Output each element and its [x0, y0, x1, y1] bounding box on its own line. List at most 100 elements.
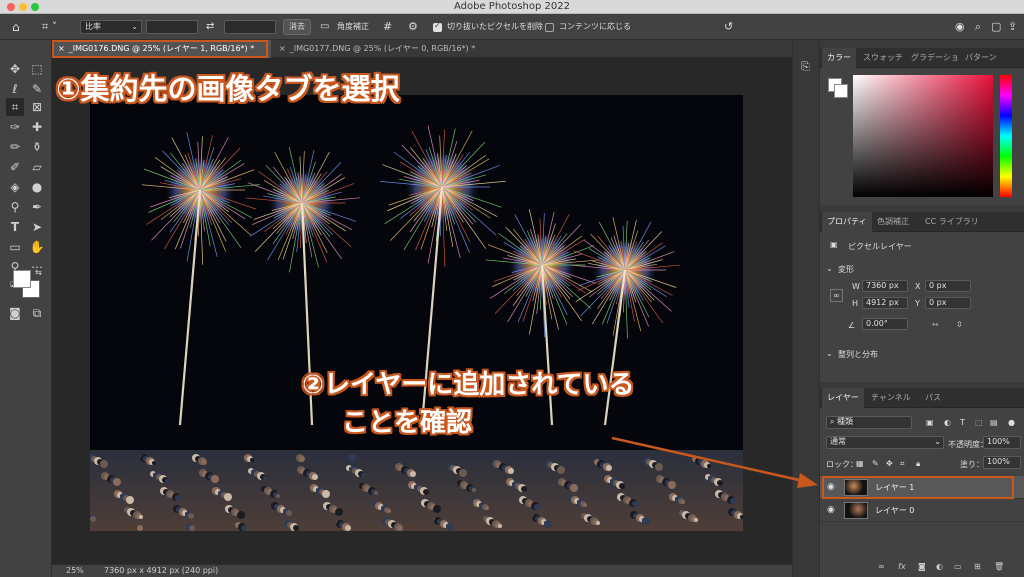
marquee-tool-icon[interactable]: ⬚: [28, 60, 46, 78]
type-tool-icon[interactable]: T: [6, 218, 24, 236]
eyedropper-tool-icon[interactable]: ✑: [6, 118, 24, 136]
blend-mode-select[interactable]: 通常 ⌄: [826, 436, 944, 449]
fireworks-photo[interactable]: [90, 95, 743, 531]
flip-vertical-icon[interactable]: ⇳: [956, 320, 963, 329]
history-icon[interactable]: ⎘: [801, 60, 810, 74]
eraser-tool-icon[interactable]: ▱: [28, 158, 46, 176]
mask-icon[interactable]: ◙: [918, 562, 926, 571]
paint-bucket-tool-icon[interactable]: ◈: [6, 178, 24, 196]
chevron-down-icon[interactable]: ⌄: [826, 264, 833, 273]
width-input[interactable]: 7360 px: [862, 280, 908, 292]
filter-pixel-icon[interactable]: ▣: [926, 418, 934, 427]
bg-color-chip[interactable]: [834, 84, 848, 98]
content-aware-checkbox[interactable]: [545, 23, 554, 32]
crop-tool-preset-icon[interactable]: ⌗ ˅: [42, 20, 57, 34]
hand-tool-icon[interactable]: ✋: [28, 238, 46, 256]
swap-colors-icon[interactable]: ⇆: [35, 268, 42, 277]
foreground-color-swatch[interactable]: [13, 270, 31, 288]
filter-shape-icon[interactable]: ⬚: [975, 418, 983, 427]
lock-all-icon[interactable]: 🔒︎: [916, 459, 920, 469]
ratio-select[interactable]: 比率 ⌄: [80, 20, 142, 34]
home-icon[interactable]: ⌂: [12, 20, 20, 34]
angle-input[interactable]: 0.00°: [862, 318, 908, 330]
lock-transparent-icon[interactable]: ▦: [856, 459, 864, 468]
crowd-head: [345, 525, 351, 531]
share-icon[interactable]: ⇪: [1008, 20, 1017, 34]
overlay-grid-icon[interactable]: #: [383, 20, 392, 34]
screen-mode-icon[interactable]: ⧉: [28, 304, 46, 322]
lock-brush-icon[interactable]: ✎: [872, 459, 879, 468]
visibility-eye-icon[interactable]: ◉: [827, 505, 835, 515]
tab-swatches[interactable]: スウォッチ: [858, 48, 908, 68]
brush-tool-icon[interactable]: ✏: [6, 138, 24, 156]
hue-slider[interactable]: [1000, 75, 1012, 197]
reset-icon[interactable]: ↺: [724, 20, 733, 34]
fx-icon[interactable]: fx: [898, 562, 906, 571]
pen-tool-icon[interactable]: ✒: [28, 198, 46, 216]
lock-move-icon[interactable]: ✥: [886, 459, 893, 468]
tab-color[interactable]: カラー: [822, 48, 856, 68]
account-icon[interactable]: ◉: [955, 20, 965, 34]
filter-adjust-icon[interactable]: ◐: [944, 418, 951, 427]
link-icon[interactable]: ∞: [830, 289, 843, 302]
filter-smart-icon[interactable]: ▤: [990, 418, 998, 427]
x-input[interactable]: 0 px: [925, 280, 971, 292]
layer-row-layer-1[interactable]: ◉ レイヤー 1: [820, 476, 1024, 499]
zoom-level[interactable]: 25%: [66, 565, 84, 577]
search-icon[interactable]: ⌕: [975, 20, 981, 34]
lasso-tool-icon[interactable]: ℓ: [6, 80, 24, 98]
color-field[interactable]: [853, 75, 993, 197]
swap-icon[interactable]: ⇄: [206, 20, 214, 34]
opacity-input[interactable]: 100%: [983, 436, 1021, 449]
delete-cropped-checkbox[interactable]: ✓: [433, 21, 442, 32]
clear-button[interactable]: 消去: [283, 19, 311, 35]
lock-artboard-icon[interactable]: ⌗: [900, 459, 905, 469]
tab-properties[interactable]: プロパティ: [822, 212, 872, 232]
group-icon[interactable]: ▭: [954, 562, 962, 571]
blur-tool-icon[interactable]: ●: [28, 178, 46, 196]
crowd-head: [224, 493, 232, 501]
trash-icon[interactable]: 🗑︎: [994, 562, 1004, 571]
filter-type-icon[interactable]: T: [960, 418, 965, 427]
tab-channels[interactable]: チャンネル: [866, 388, 916, 408]
dodge-tool-icon[interactable]: ⚲: [6, 198, 24, 216]
tab-libraries[interactable]: CC ライブラリ: [920, 212, 984, 232]
history-brush-tool-icon[interactable]: ✐: [6, 158, 24, 176]
crowd-head: [188, 513, 194, 519]
gear-icon[interactable]: ⚙: [408, 20, 418, 34]
tab-patterns[interactable]: パターン: [960, 48, 1002, 68]
height-ratio-input[interactable]: [224, 20, 276, 34]
fill-input[interactable]: 100%: [983, 456, 1021, 469]
document-info[interactable]: 7360 px x 4912 px (240 ppi): [104, 565, 218, 577]
crop-tool-icon[interactable]: ⌗: [6, 98, 24, 116]
quick-mask-icon[interactable]: ◙: [6, 304, 24, 322]
quick-select-tool-icon[interactable]: ✎: [28, 80, 46, 98]
layer-filter-select[interactable]: ⌕ 種類: [826, 416, 912, 429]
adjustment-icon[interactable]: ◐: [936, 562, 943, 571]
layer-row-layer-0[interactable]: ◉ レイヤー 0: [820, 499, 1024, 522]
frame-tool-icon[interactable]: ⊠: [28, 98, 46, 116]
tab-adjustments[interactable]: 色調補正: [872, 212, 914, 232]
straighten-icon[interactable]: ▭: [320, 20, 329, 34]
rectangle-tool-icon[interactable]: ▭: [6, 238, 24, 256]
flip-horizontal-icon[interactable]: ⇿: [932, 320, 939, 329]
tab-paths[interactable]: パス: [920, 388, 946, 408]
workspace-icon[interactable]: ▢: [991, 20, 1001, 34]
doc-tab-img0177[interactable]: × _IMG0177.DNG @ 25% (レイヤー 0, RGB/16*) *: [273, 40, 493, 58]
tab-layers[interactable]: レイヤー: [822, 388, 864, 408]
new-layer-icon[interactable]: ⊞: [974, 562, 981, 571]
move-tool-icon[interactable]: ✥: [6, 60, 24, 78]
close-tab-icon[interactable]: ×: [279, 44, 286, 53]
height-input[interactable]: 4912 px: [862, 297, 908, 309]
straighten-label[interactable]: 角度補正: [337, 20, 369, 34]
y-input[interactable]: 0 px: [925, 297, 971, 309]
filter-toggle-icon[interactable]: ●: [1008, 418, 1015, 427]
layer-name[interactable]: レイヤー 0: [875, 505, 914, 516]
chevron-down-icon[interactable]: ⌄: [826, 349, 833, 358]
width-ratio-input[interactable]: [146, 20, 198, 34]
path-select-tool-icon[interactable]: ➤: [28, 218, 46, 236]
healing-tool-icon[interactable]: ✚: [28, 118, 46, 136]
tab-gradients[interactable]: グラデーショ: [906, 48, 964, 68]
link-layers-icon[interactable]: ∞: [878, 562, 885, 571]
stamp-tool-icon[interactable]: ⚱: [28, 138, 46, 156]
